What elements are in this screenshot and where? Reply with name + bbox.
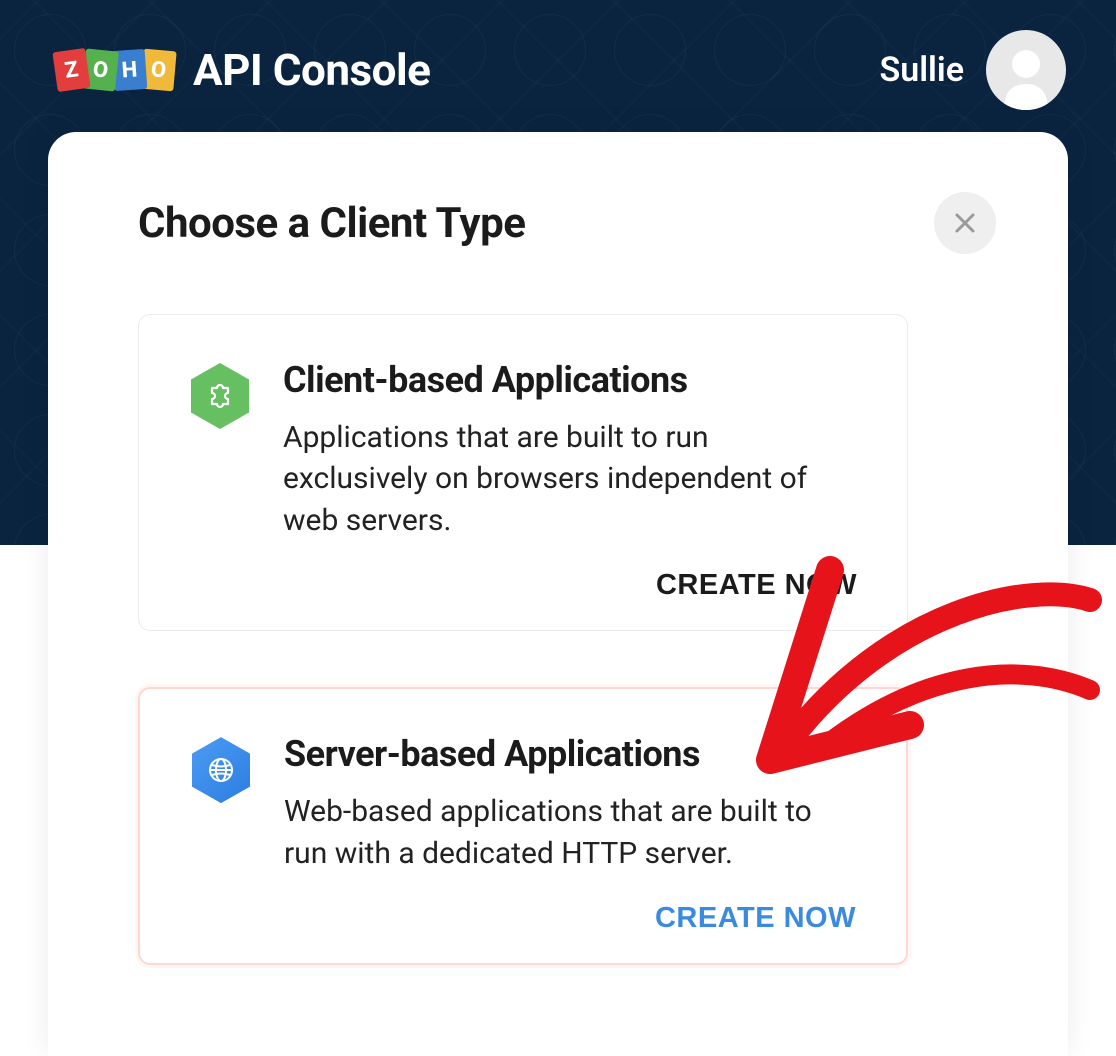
- avatar-icon: [996, 40, 1056, 110]
- brand-title: API Console: [193, 44, 430, 96]
- panel-title: Choose a Client Type: [138, 199, 525, 248]
- zoho-logo: Z O H O: [55, 50, 175, 90]
- card-description: Applications that are built to run exclu…: [283, 417, 857, 541]
- panel-header: Choose a Client Type: [138, 192, 996, 254]
- logo-letter-z: Z: [52, 48, 90, 92]
- card-title: Client-based Applications: [283, 359, 857, 401]
- card-body: Client-based Applications Applications t…: [283, 359, 857, 602]
- brand: Z O H O API Console: [55, 44, 430, 96]
- client-type-card-server-based[interactable]: Server-based Applications Web-based appl…: [138, 687, 908, 965]
- user-area[interactable]: Sullie: [879, 30, 1066, 110]
- puzzle-icon: [191, 363, 249, 429]
- avatar[interactable]: [986, 30, 1066, 110]
- card-icon-wrapper: [190, 739, 252, 801]
- close-icon: [954, 212, 976, 234]
- create-now-button-client-based[interactable]: CREATE NOW: [656, 569, 857, 602]
- modal-panel: Choose a Client Type Client-based Applic…: [48, 132, 1068, 1056]
- create-now-button-server-based[interactable]: CREATE NOW: [655, 902, 856, 935]
- close-button[interactable]: [934, 192, 996, 254]
- card-body: Server-based Applications Web-based appl…: [284, 733, 856, 935]
- client-type-card-client-based[interactable]: Client-based Applications Applications t…: [138, 314, 908, 631]
- card-description: Web-based applications that are built to…: [284, 791, 856, 874]
- card-title: Server-based Applications: [284, 733, 856, 775]
- globe-icon: [192, 737, 250, 803]
- card-icon-wrapper: [189, 365, 251, 427]
- user-name: Sullie: [879, 50, 964, 90]
- app-header: Z O H O API Console Sullie: [0, 0, 1116, 110]
